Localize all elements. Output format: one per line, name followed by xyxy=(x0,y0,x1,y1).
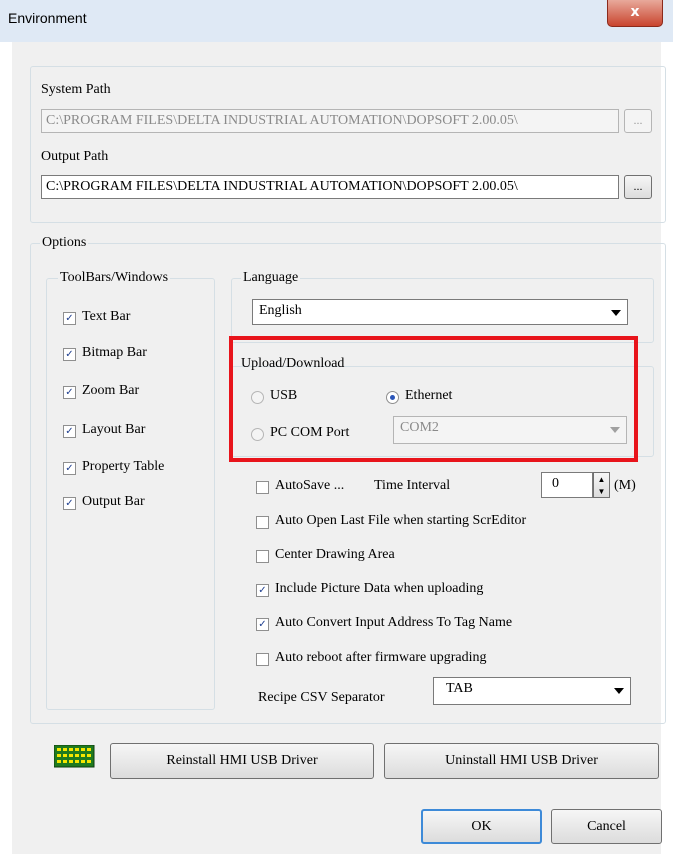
reinstall-usb-driver-button[interactable]: Reinstall HMI USB Driver xyxy=(110,743,374,779)
title-bar xyxy=(0,0,673,42)
time-interval-label: Time Interval xyxy=(374,478,451,493)
toolbars-label: ToolBars/Windows xyxy=(58,270,171,286)
system-path-browse-button: ... xyxy=(624,109,652,133)
options-label: Options xyxy=(40,235,89,251)
text-bar-label: Text Bar xyxy=(82,309,131,324)
auto-reboot-checkbox[interactable] xyxy=(256,653,269,666)
language-label: Language xyxy=(241,270,301,286)
layout-bar-checkbox[interactable]: ✓ xyxy=(63,425,76,438)
ok-button[interactable]: OK xyxy=(421,809,542,844)
center-drawing-area-checkbox[interactable] xyxy=(256,550,269,563)
recipe-csv-separator-select[interactable]: TAB xyxy=(433,677,631,705)
language-select[interactable]: English xyxy=(252,299,628,325)
autosave-checkbox[interactable] xyxy=(256,481,269,494)
time-interval-unit: (M) xyxy=(614,478,636,493)
chevron-down-icon: ▼ xyxy=(597,487,606,496)
property-table-label: Property Table xyxy=(82,459,165,474)
auto-convert-address-label: Auto Convert Input Address To Tag Name xyxy=(275,615,513,630)
output-bar-checkbox[interactable]: ✓ xyxy=(63,497,76,510)
bitmap-bar-label: Bitmap Bar xyxy=(82,345,147,360)
property-table-checkbox[interactable]: ✓ xyxy=(63,462,76,475)
zoom-bar-label: Zoom Bar xyxy=(82,383,140,398)
path-group xyxy=(30,66,666,223)
recipe-csv-separator-label: Recipe CSV Separator xyxy=(258,690,385,705)
time-interval-input[interactable]: 0 xyxy=(541,472,593,498)
time-interval-spinner[interactable]: ▲ ▼ xyxy=(593,472,610,498)
layout-bar-label: Layout Bar xyxy=(82,422,146,437)
highlight-box xyxy=(229,336,638,462)
chevron-down-icon xyxy=(611,310,621,316)
chevron-down-icon xyxy=(614,688,624,694)
output-bar-label: Output Bar xyxy=(82,494,145,509)
output-path-field[interactable]: C:\PROGRAM FILES\DELTA INDUSTRIAL AUTOMA… xyxy=(41,175,619,199)
autosave-label: AutoSave ... xyxy=(275,478,345,493)
system-path-field: C:\PROGRAM FILES\DELTA INDUSTRIAL AUTOMA… xyxy=(41,109,619,133)
output-path-browse-button[interactable]: ... xyxy=(624,175,652,199)
auto-reboot-label: Auto reboot after firmware upgrading xyxy=(275,650,487,665)
zoom-bar-checkbox[interactable]: ✓ xyxy=(63,386,76,399)
close-button[interactable]: x xyxy=(607,0,663,27)
output-path-label: Output Path xyxy=(41,149,109,164)
include-picture-data-label: Include Picture Data when uploading xyxy=(275,581,484,596)
recipe-csv-separator-value: TAB xyxy=(446,681,473,696)
language-value: English xyxy=(259,303,302,318)
window-title: Environment xyxy=(8,10,87,26)
cancel-button[interactable]: Cancel xyxy=(551,809,662,844)
auto-convert-address-checkbox[interactable]: ✓ xyxy=(256,618,269,631)
bitmap-bar-checkbox[interactable]: ✓ xyxy=(63,348,76,361)
auto-open-last-file-label: Auto Open Last File when starting ScrEdi… xyxy=(275,513,527,528)
chevron-up-icon: ▲ xyxy=(597,475,606,484)
uninstall-usb-driver-button[interactable]: Uninstall HMI USB Driver xyxy=(384,743,659,779)
auto-open-last-file-checkbox[interactable] xyxy=(256,516,269,529)
text-bar-checkbox[interactable]: ✓ xyxy=(63,312,76,325)
center-drawing-area-label: Center Drawing Area xyxy=(275,547,395,562)
include-picture-data-checkbox[interactable]: ✓ xyxy=(256,584,269,597)
usb-driver-icon xyxy=(53,744,96,774)
system-path-label: System Path xyxy=(41,82,111,97)
